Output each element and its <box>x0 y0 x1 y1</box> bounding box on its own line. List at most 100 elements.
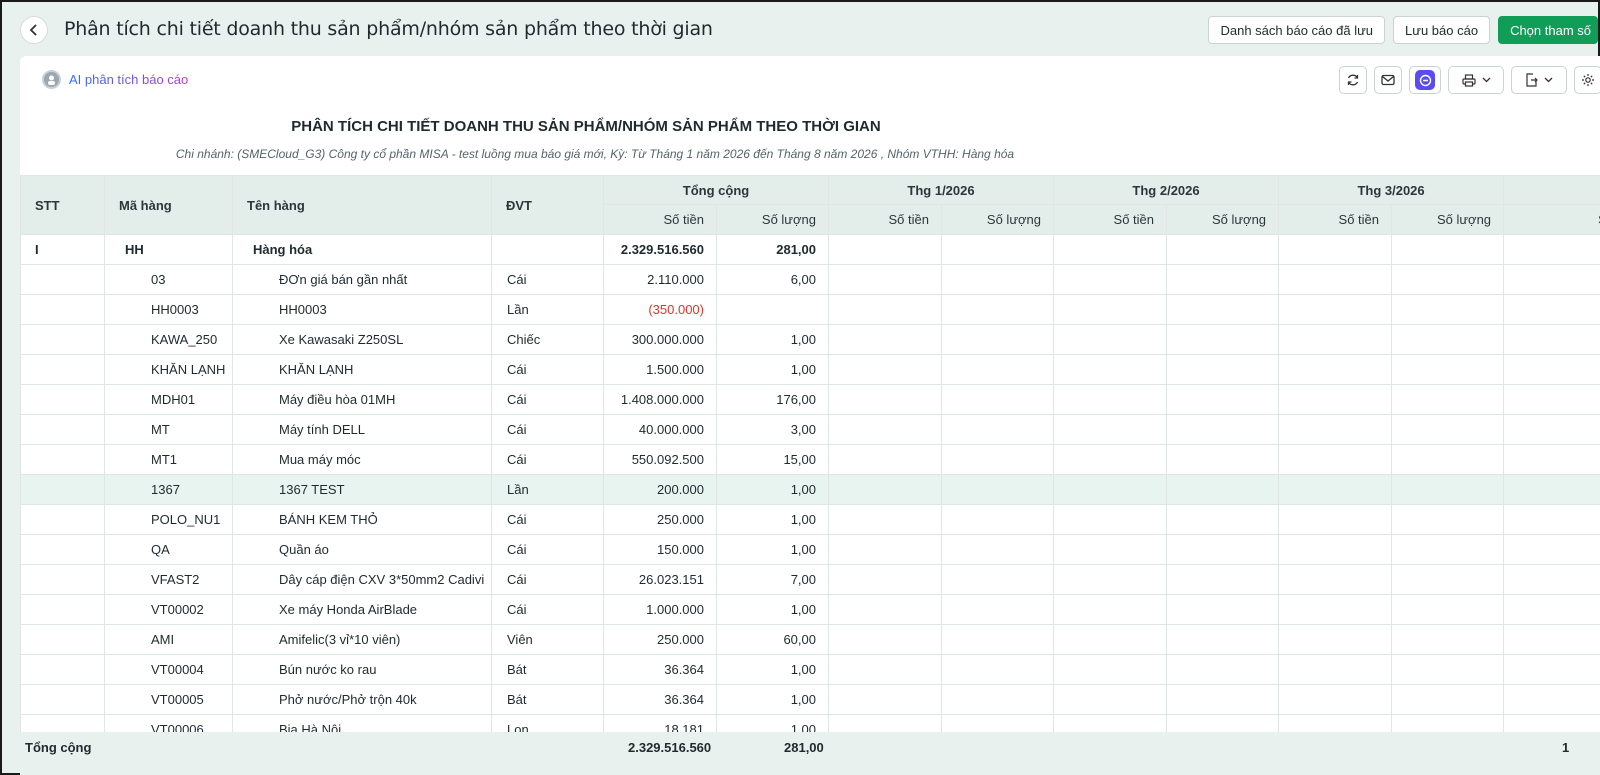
col-header-unit: ĐVT <box>491 175 604 235</box>
cell-name: KHĂN LẠNH <box>232 354 492 385</box>
cell-amount: 250.000 <box>603 624 717 655</box>
chat-button[interactable] <box>1409 66 1441 94</box>
table-row[interactable]: POLO_NU1 BÁNH KEM THỎ Cái 250.000 1,00 <box>20 504 1600 535</box>
ai-analysis-link[interactable]: AI phân tích báo cáo <box>42 70 188 89</box>
choose-params-button[interactable]: Chọn tham số <box>1498 16 1598 44</box>
cell-qty: 1,00 <box>716 324 829 355</box>
cell-empty <box>940 444 1055 475</box>
cell-code: HH0003 <box>104 294 233 325</box>
cell-empty <box>940 324 1055 355</box>
table-row[interactable]: VT00004 Bún nước ko rau Bát 36.364 1,00 <box>20 654 1600 685</box>
cell-name: Bún nước ko rau <box>232 654 492 685</box>
cell-empty <box>940 414 1055 445</box>
refresh-button[interactable] <box>1339 66 1367 94</box>
sub-header-qty: Số lượng <box>940 204 1055 235</box>
cell-unit: Cái <box>491 594 604 625</box>
refresh-icon <box>1347 74 1359 86</box>
table-row[interactable]: HH0003 HH0003 Lần (350.000) <box>20 294 1600 325</box>
cell-name: Quần áo <box>232 534 492 565</box>
cell-empty <box>1166 384 1280 415</box>
print-dropdown[interactable] <box>1448 66 1504 94</box>
saved-reports-button[interactable]: Danh sách báo cáo đã lưu <box>1208 16 1386 44</box>
cell-empty <box>828 684 942 715</box>
table-row[interactable]: MT Máy tính DELL Cái 40.000.000 3,00 <box>20 414 1600 445</box>
cell-empty <box>1278 504 1393 535</box>
cell-unit: Lần <box>491 294 604 325</box>
cell-code: VT00002 <box>104 594 233 625</box>
settings-button[interactable] <box>1574 66 1600 94</box>
email-button[interactable] <box>1374 66 1402 94</box>
gear-icon <box>1582 74 1594 86</box>
cell-qty: 15,00 <box>716 444 829 475</box>
cell-empty <box>828 474 942 505</box>
cell-extra <box>1503 534 1600 565</box>
cell-qty: 1,00 <box>716 474 829 505</box>
cell-code: VT00005 <box>104 684 233 715</box>
cell-empty <box>1278 564 1393 595</box>
col-header-code: Mã hàng <box>104 175 233 235</box>
table-row[interactable]: KAWA_250 Xe Kawasaki Z250SL Chiếc 300.000.0… <box>20 324 1600 355</box>
cell-unit: Chiếc <box>491 324 604 355</box>
save-report-button[interactable]: Lưu báo cáo <box>1393 16 1491 44</box>
back-button[interactable] <box>20 16 48 44</box>
table-row[interactable]: 1367 1367 TEST Lần 200.000 1,00 <box>20 474 1600 505</box>
table-row[interactable]: 03 ĐƠn giá bán gần nhất Cái 2.110.000 6,00 <box>20 264 1600 295</box>
cell-unit: Viên <box>491 624 604 655</box>
cell-empty <box>1278 684 1393 715</box>
cell-empty <box>1053 684 1168 715</box>
cell-unit: Cái <box>491 534 604 565</box>
sub-header-qty: Số lượng <box>716 204 829 235</box>
cell-code: 1367 <box>104 474 233 505</box>
cell-unit: Cái <box>491 414 604 445</box>
cell-empty <box>828 504 942 535</box>
chat-icon <box>1415 70 1435 90</box>
sub-header-amount: Số tiền <box>1053 204 1168 235</box>
cell-empty <box>940 234 1055 265</box>
cell-name: BÁNH KEM THỎ <box>232 504 492 535</box>
cell-unit: Cái <box>491 384 604 415</box>
sub-header-amount: Số tiền <box>828 204 942 235</box>
cell-code: QA <box>104 534 233 565</box>
cell-empty <box>1391 504 1505 535</box>
print-icon <box>1461 73 1476 87</box>
cell-empty <box>1166 654 1280 685</box>
cell-qty: 1,00 <box>716 354 829 385</box>
cell-amount: 36.364 <box>603 654 717 685</box>
cell-qty: 1,00 <box>716 504 829 535</box>
group-row[interactable]: I HH Hàng hóa 2.329.516.560 281,00 12 <box>20 234 1600 265</box>
cell-empty <box>1391 234 1505 265</box>
cell-unit: Bát <box>491 654 604 685</box>
cell-empty <box>828 654 942 685</box>
table-row[interactable]: VFAST2 Dây cáp điện CXV 3*50mm2 Cadivi Cái… <box>20 564 1600 595</box>
export-dropdown[interactable] <box>1511 66 1567 94</box>
col-header-period-1: Thg 1/2026 <box>827 175 1055 205</box>
cell-name: Máy tính DELL <box>232 414 492 445</box>
cell-empty <box>828 294 942 325</box>
table-row[interactable]: MT1Mua máy mócCái550.092.50015,00 9 <box>20 444 1600 475</box>
cell-unit: Cái <box>491 444 604 475</box>
cell-extra <box>1503 684 1600 715</box>
cell-empty <box>1278 594 1393 625</box>
ai-analysis-label: AI phân tích báo cáo <box>69 72 189 87</box>
cell-extra: 9 <box>1503 444 1600 475</box>
cell-empty <box>1278 534 1393 565</box>
col-header-total: Tổng cộng <box>603 175 829 205</box>
table-row[interactable]: QA Quần áo Cái 150.000 1,00 <box>20 534 1600 565</box>
cell-empty <box>1278 624 1393 655</box>
cell-empty <box>1166 474 1280 505</box>
cell-empty <box>1166 414 1280 445</box>
table-row[interactable]: AMI Amifelic(3 vỉ*10 viên) Viên 250.000 60,0… <box>20 624 1600 655</box>
table-row[interactable]: VT00005 Phở nước/Phở trộn 40k Bát 36.364 1,0… <box>20 684 1600 715</box>
sub-header-qty: Số lượng <box>1166 204 1280 235</box>
table-row[interactable]: MDH01 Máy điều hòa 01MH Cái 1.408.000.000 17… <box>20 384 1600 415</box>
cell-empty <box>940 654 1055 685</box>
report-table-container[interactable]: STT Mã hàng Tên hàng ĐVT Tổng cộng Thg 1… <box>20 175 1600 735</box>
cell-extra <box>1503 264 1600 295</box>
table-row[interactable]: VT00002 Xe máy Honda AirBlade Cái 1.000.000… <box>20 594 1600 625</box>
cell-empty <box>1391 624 1505 655</box>
cell-qty: 1,00 <box>716 684 829 715</box>
cell-empty <box>1391 354 1505 385</box>
table-row[interactable]: KHĂN LẠNH KHĂN LẠNH Cái 1.500.000 1,00 <box>20 354 1600 385</box>
cell-extra <box>1503 564 1600 595</box>
cell-amount: 250.000 <box>603 504 717 535</box>
